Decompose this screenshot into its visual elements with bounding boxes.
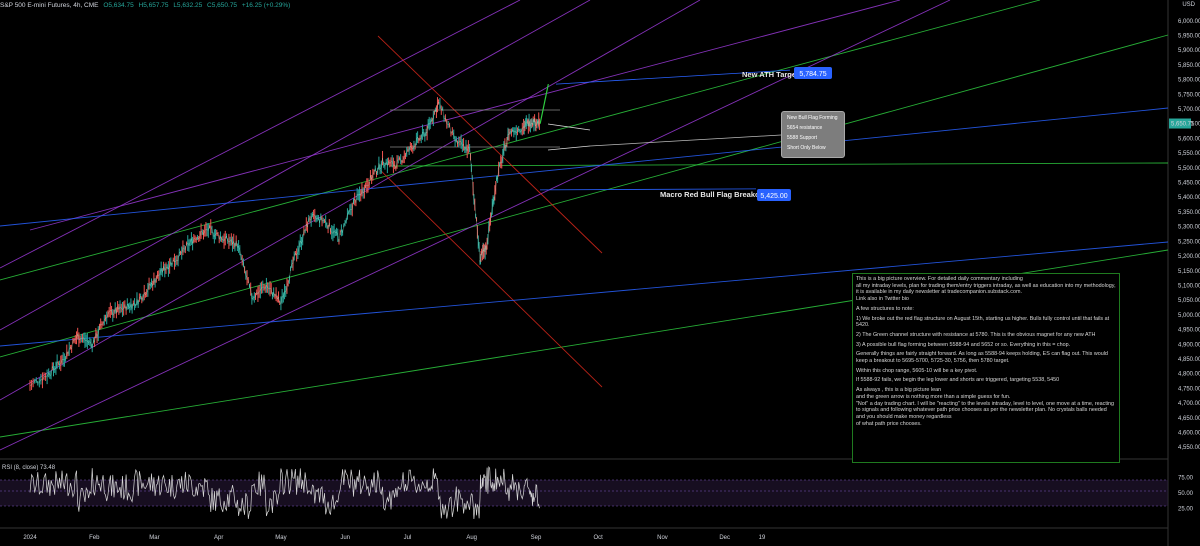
price-tick-label: 4,950.00: [1178, 328, 1200, 334]
rsi-band: [0, 480, 1168, 506]
ath-value-text: 5,784.75: [799, 71, 826, 78]
last-price-text: 5,650.75: [1171, 122, 1195, 128]
time-tick-label: Nov: [657, 535, 668, 541]
channel-line-green[interactable]: [389, 162, 1169, 167]
note-paragraph: A few structures to note:: [856, 305, 914, 312]
price-tick-label: 4,800.00: [1178, 372, 1200, 378]
price-tick-label: 5,150.00: [1178, 269, 1200, 275]
note-paragraph: 1) We broke out the red flag structure o…: [856, 315, 1110, 329]
price-tick-label: 6,000.00: [1178, 19, 1200, 25]
ath-target-label: New ATH Target: [742, 70, 799, 79]
price-tick-label: 5,300.00: [1178, 225, 1200, 231]
channel-line-red[interactable]: [377, 167, 603, 388]
price-tick-label: 4,700.00: [1178, 401, 1200, 407]
tooltip-line: 5588 Support: [787, 135, 818, 141]
price-tick-label: 4,750.00: [1178, 386, 1200, 392]
time-tick-label: May: [275, 535, 286, 541]
price-tick-label: 5,200.00: [1178, 254, 1200, 260]
time-tick-label: Oct: [594, 535, 604, 541]
price-path[interactable]: [29, 101, 540, 386]
rsi-tick-label: 50.00: [1178, 491, 1194, 497]
channel-line-green[interactable]: [0, 0, 1041, 281]
time-tick-label: Dec: [719, 535, 730, 541]
price-tick-label: 5,350.00: [1178, 210, 1200, 216]
price-tick-label: 4,850.00: [1178, 357, 1200, 363]
time-tick-label: Jun: [340, 535, 350, 541]
tooltip-line: New Bull Flag Forming: [787, 115, 838, 121]
time-tick-label: Mar: [149, 535, 159, 541]
channel-line-purple[interactable]: [0, 0, 521, 269]
time-tick-label: Jul: [404, 535, 412, 541]
price-tick-label: 5,700.00: [1178, 107, 1200, 113]
high-value: H5,657.75: [138, 2, 169, 9]
tooltip-pointer: [589, 134, 782, 147]
tooltip-line: Short Only Below: [787, 145, 826, 151]
currency-label[interactable]: USD: [1182, 2, 1195, 8]
price-tick-label: 5,850.00: [1178, 63, 1200, 69]
note-paragraph: Within this chop range, 5605-10 will be …: [856, 367, 978, 374]
note-paragraph: 2) The Green channel structure with resi…: [856, 331, 1096, 338]
commentary-note[interactable]: This is a big picture overview. For deta…: [852, 273, 1120, 463]
price-tick-label: 5,750.00: [1178, 92, 1200, 98]
note-paragraph: If 5588-92 fails, we begin the leg lower…: [856, 377, 1060, 384]
macro-value-text: 5,425.00: [760, 193, 787, 200]
chart-header: S&P 500 E-mini Futures, 4h, CME O5,634.7…: [0, 0, 293, 12]
note-paragraph: As always , this is a big picture lean a…: [856, 387, 1115, 427]
macro-breakout-label: Macro Red Bull Flag Breakout: [660, 190, 767, 199]
time-tick-label: Feb: [89, 535, 100, 541]
rsi-tick-label: 25.00: [1178, 507, 1194, 513]
price-tick-label: 5,000.00: [1178, 313, 1200, 319]
open-value: O5,634.75: [103, 2, 134, 9]
time-tick-label: 2024: [23, 535, 37, 541]
rsi-label: RSI (8, close) 73.48: [2, 465, 56, 471]
channel-line-purple[interactable]: [0, 0, 701, 401]
price-tick-label: 5,550.00: [1178, 151, 1200, 157]
price-tick-label: 4,650.00: [1178, 416, 1200, 422]
projection-arrow[interactable]: [539, 83, 549, 124]
rsi-tick-label: 75.00: [1178, 476, 1194, 482]
channel-line-blue[interactable]: [0, 107, 1169, 227]
time-tick-label: Apr: [214, 535, 223, 541]
price-tick-label: 5,500.00: [1178, 166, 1200, 172]
low-value: L5,632.25: [173, 2, 203, 9]
price-tick-label: 5,450.00: [1178, 181, 1200, 187]
time-tick-label: 19: [759, 535, 766, 541]
price-tick-label: 5,400.00: [1178, 195, 1200, 201]
price-tick-label: 5,050.00: [1178, 298, 1200, 304]
close-value: C5,650.75: [207, 2, 238, 9]
price-tick-label: 4,600.00: [1178, 430, 1200, 436]
flag-line[interactable]: [547, 123, 591, 131]
price-tick-label: 4,550.00: [1178, 445, 1200, 451]
bull-flag-tooltip[interactable]: New Bull Flag Forming 5654 resistance 55…: [781, 111, 845, 158]
price-tick-label: 5,950.00: [1178, 34, 1200, 40]
note-paragraph: Generally things are fairly straight for…: [856, 351, 1108, 365]
note-paragraph: 3) A possible bull flag forming between …: [856, 341, 1071, 348]
price-tick-label: 5,100.00: [1178, 283, 1200, 289]
price-tick-label: 5,600.00: [1178, 136, 1200, 142]
time-tick-label: Aug: [466, 535, 477, 541]
price-tick-label: 5,250.00: [1178, 239, 1200, 245]
time-tick-label: Sep: [531, 535, 542, 541]
price-tick-label: 4,900.00: [1178, 342, 1200, 348]
change-value: +16.25 (+0.29%): [241, 2, 291, 9]
price-tick-label: 5,800.00: [1178, 78, 1200, 84]
price-tick-label: 5,900.00: [1178, 48, 1200, 54]
note-paragraph: This is a big picture overview. For deta…: [856, 276, 1116, 303]
symbol-title[interactable]: S&P 500 E-mini Futures, 4h, CME: [0, 2, 99, 9]
tooltip-line: 5654 resistance: [787, 125, 823, 131]
